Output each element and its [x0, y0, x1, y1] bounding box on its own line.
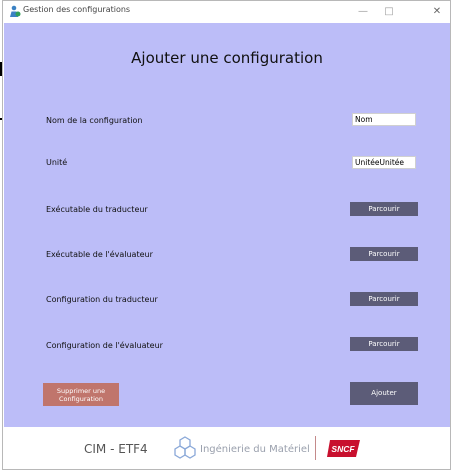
ingenierie-logo-icon — [174, 436, 196, 459]
delete-button-label: Supprimer une Configuration — [56, 386, 106, 403]
page-title: Ajouter une configuration — [131, 49, 323, 67]
logo-divider — [315, 436, 316, 460]
ingenierie-logo-text: Ingénierie du Matériel — [200, 444, 310, 455]
translator-exe-label: Exécutable du traducteur — [46, 205, 148, 214]
footer-logos: CIM - ETF4 Ingénierie du Matériel SNCF — [4, 427, 450, 469]
name-field[interactable]: Nom — [352, 113, 416, 126]
sncf-logo: SNCF — [327, 440, 360, 457]
name-label: Nom de la configuration — [46, 116, 143, 125]
close-button[interactable]: ✕ — [425, 4, 449, 20]
browse-evaluator-config-button[interactable]: Parcourir — [350, 337, 418, 351]
window-title: Gestion des configurations — [23, 5, 131, 14]
browse-translator-exe-button[interactable]: Parcourir — [350, 202, 418, 216]
unit-field[interactable]: UnitéeUnitée — [352, 156, 416, 169]
title-bar: Gestion des configurations — □ ✕ — [3, 1, 450, 23]
minimize-button[interactable]: — — [351, 4, 375, 20]
maximize-button[interactable]: □ — [377, 4, 401, 20]
browse-evaluator-exe-button[interactable]: Parcourir — [350, 247, 418, 261]
translator-config-label: Configuration du traducteur — [46, 295, 158, 304]
configuration-window: Gestion des configurations — □ ✕ Ajouter… — [2, 0, 451, 470]
evaluator-config-label: Configuration de l'évaluateur — [46, 341, 163, 350]
app-icon — [10, 5, 21, 17]
delete-configuration-button[interactable]: Supprimer une Configuration — [43, 383, 119, 406]
evaluator-exe-label: Exécutable de l'évaluateur — [46, 250, 153, 259]
browse-translator-config-button[interactable]: Parcourir — [350, 292, 418, 306]
form-panel: Ajouter une configuration Nom de la conf… — [4, 23, 450, 427]
add-button[interactable]: Ajouter — [350, 382, 418, 405]
cim-etf4-logo: CIM - ETF4 — [84, 442, 148, 456]
svg-text:SNCF: SNCF — [331, 444, 355, 454]
unit-label: Unité — [46, 158, 68, 167]
